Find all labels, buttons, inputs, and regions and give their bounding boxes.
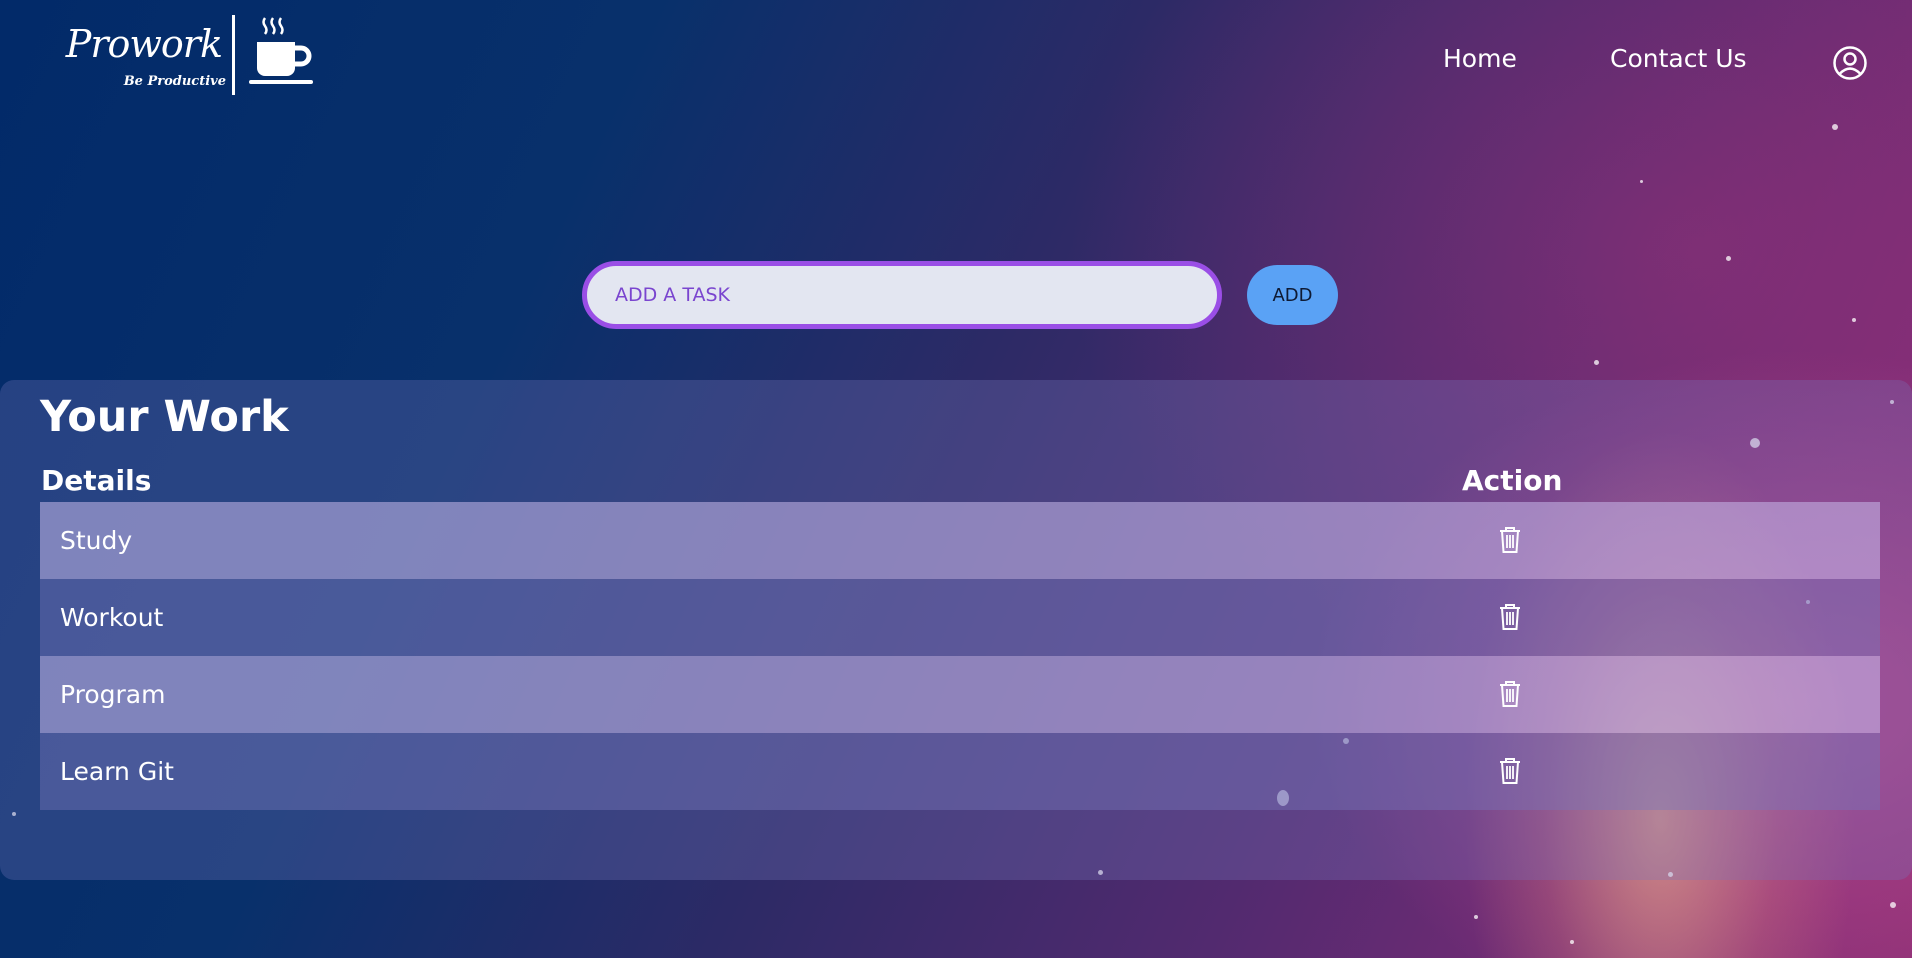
- trash-icon[interactable]: [1497, 756, 1523, 786]
- user-circle-icon[interactable]: [1832, 45, 1868, 81]
- panel-title: Your Work: [40, 392, 289, 442]
- details-column-header: Details: [41, 464, 152, 497]
- add-task-input[interactable]: [582, 261, 1222, 329]
- nav-contact-link[interactable]: Contact Us: [1610, 44, 1747, 73]
- trash-icon[interactable]: [1497, 679, 1523, 709]
- your-work-panel: Your Work Details Action Study Workout P…: [0, 380, 1912, 880]
- action-column-header: Action: [1462, 464, 1563, 497]
- task-label: Workout: [60, 603, 164, 632]
- task-row: Learn Git: [40, 733, 1880, 810]
- task-label: Program: [60, 680, 166, 709]
- main-nav: Home Contact Us: [0, 44, 1912, 80]
- nav-home-link[interactable]: Home: [1443, 44, 1517, 73]
- task-label: Study: [60, 526, 133, 555]
- trash-icon[interactable]: [1497, 602, 1523, 632]
- task-row: Study: [40, 502, 1880, 579]
- task-row: Program: [40, 656, 1880, 733]
- task-label: Learn Git: [60, 757, 174, 786]
- task-list: Study Workout Program Learn Git: [40, 502, 1880, 810]
- trash-icon[interactable]: [1497, 525, 1523, 555]
- add-task-button[interactable]: ADD: [1247, 265, 1338, 325]
- task-row: Workout: [40, 579, 1880, 656]
